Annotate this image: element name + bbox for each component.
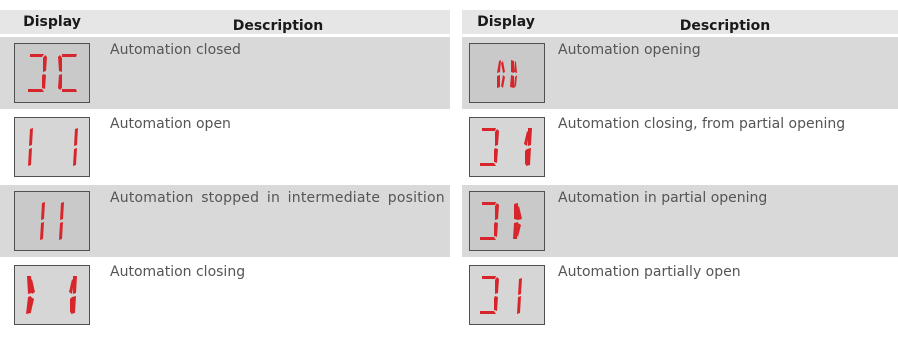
display-closing-icon — [14, 265, 90, 325]
row-description: Automation opening — [558, 42, 701, 58]
status-table-left: Display Description Automation closed Au… — [0, 10, 450, 333]
table-row: Automation opening — [462, 37, 898, 109]
display-opening-icon — [469, 43, 545, 103]
display-partially-open-icon — [469, 265, 545, 325]
table-row: Automation closing, from partial opening — [462, 111, 898, 183]
description-column-header: Description — [679, 18, 771, 34]
display-column-header: Display — [477, 14, 535, 30]
row-description: Automation open — [110, 116, 231, 132]
row-description: Automation in partial opening — [558, 190, 768, 206]
display-partial-opening-icon — [469, 191, 545, 251]
row-description: Automation stopped in intermediate posit… — [110, 190, 445, 206]
table-row: Automation partially open — [462, 259, 898, 331]
row-description: Automation closed — [110, 42, 241, 58]
row-description: Automation partially open — [558, 264, 741, 280]
row-description: Automation closing, from partial opening — [558, 116, 846, 132]
display-closing-partial-icon — [469, 117, 545, 177]
table-row: Automation in partial opening — [462, 185, 898, 257]
display-column-header: Display — [23, 14, 81, 30]
status-table-right: Display Description Automation opening A… — [462, 10, 898, 333]
table-header: Display Description — [462, 10, 898, 34]
table-row: Automation closed — [0, 37, 450, 109]
description-column-header: Description — [232, 18, 324, 34]
display-open-icon — [14, 117, 90, 177]
table-header: Display Description — [0, 10, 450, 34]
display-stopped-icon — [14, 191, 90, 251]
table-row: Automation open — [0, 111, 450, 183]
table-row: Automation stopped in intermediate posit… — [0, 185, 450, 257]
table-row: Automation closing — [0, 259, 450, 331]
row-description: Automation closing — [110, 264, 246, 280]
display-closed-icon — [14, 43, 90, 103]
